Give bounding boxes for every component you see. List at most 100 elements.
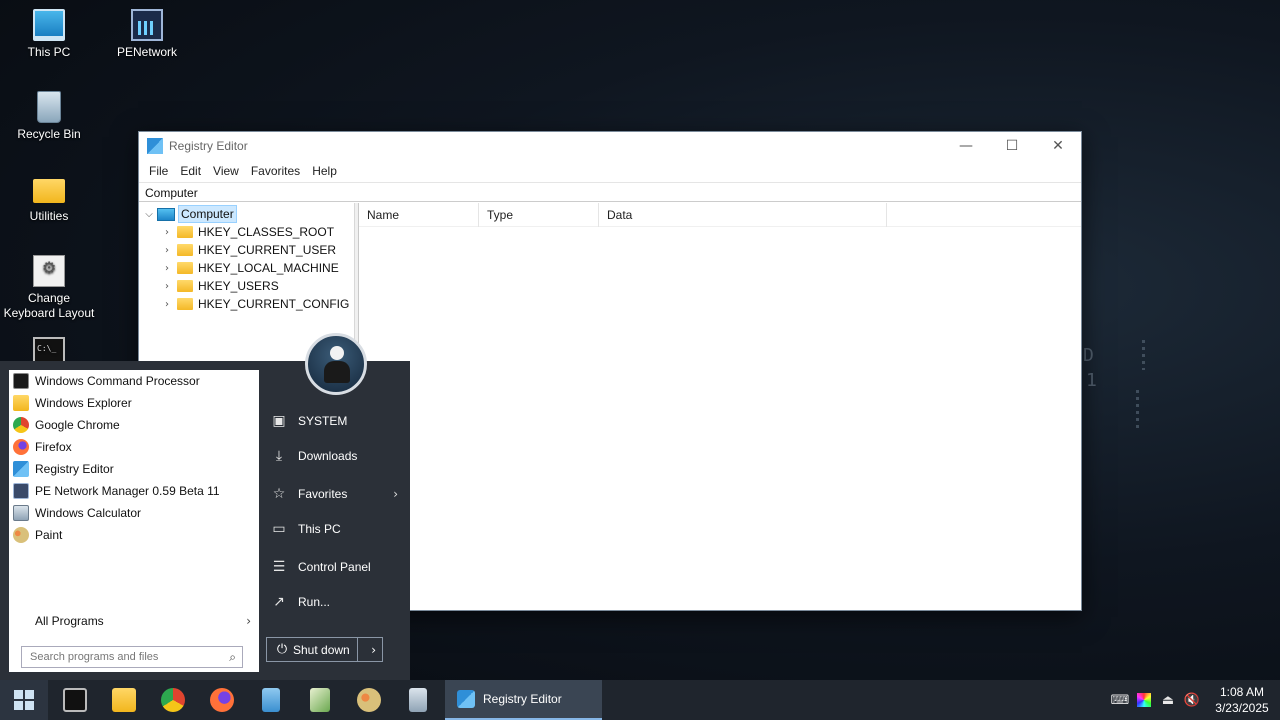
- taskbar-paint[interactable]: [344, 680, 393, 720]
- desktop-icon-utilities[interactable]: Utilities: [1, 173, 97, 224]
- program-pe-network-manager[interactable]: PE Network Manager 0.59 Beta 11: [9, 480, 259, 502]
- program-firefox[interactable]: Firefox: [9, 436, 259, 458]
- menu-edit[interactable]: Edit: [174, 164, 207, 178]
- taskbar-notes[interactable]: [246, 680, 295, 720]
- volume-muted-icon[interactable]: 🔇: [1180, 680, 1204, 720]
- taskbar-explorer[interactable]: [99, 680, 148, 720]
- folder-icon: [13, 395, 29, 411]
- desktop-icon-change-keyboard-layout[interactable]: Change Keyboard Layout: [1, 255, 97, 321]
- tree-node-hkey-local-machine[interactable]: › HKEY_LOCAL_MACHINE: [139, 259, 354, 277]
- taskbar-firefox[interactable]: [197, 680, 246, 720]
- link-this-pc[interactable]: ▭ This PC: [270, 516, 402, 542]
- folder-icon: [33, 179, 65, 203]
- menu-file[interactable]: File: [143, 164, 174, 178]
- expand-icon[interactable]: ›: [161, 227, 173, 238]
- tree-node-hkey-classes-root[interactable]: › HKEY_CLASSES_ROOT: [139, 223, 354, 241]
- tree-node-label: HKEY_USERS: [198, 279, 279, 293]
- safely-remove-icon[interactable]: ⏏: [1156, 680, 1180, 720]
- chrome-icon: [160, 688, 185, 712]
- start-button[interactable]: [0, 680, 48, 720]
- expand-icon[interactable]: ›: [161, 299, 173, 310]
- taskbar-chrome[interactable]: [148, 680, 197, 720]
- link-label: Control Panel: [298, 560, 371, 574]
- control-panel-icon: ☰: [272, 559, 286, 575]
- program-google-chrome[interactable]: Google Chrome: [9, 414, 259, 436]
- close-button[interactable]: ✕: [1035, 132, 1081, 160]
- minimize-button[interactable]: —: [943, 132, 989, 160]
- program-windows-explorer[interactable]: Windows Explorer: [9, 392, 259, 414]
- all-programs-button[interactable]: All Programs ›: [9, 610, 259, 632]
- user-avatar[interactable]: [305, 333, 367, 395]
- program-label: Google Chrome: [35, 418, 120, 432]
- link-control-panel[interactable]: ☰ Control Panel: [270, 554, 402, 580]
- window-title: Registry Editor: [169, 139, 248, 153]
- program-windows-calculator[interactable]: Windows Calculator: [9, 502, 259, 524]
- windows-logo-icon: [14, 690, 34, 710]
- desktop-icon-recycle-bin[interactable]: Recycle Bin: [1, 91, 97, 142]
- tree-node-hkey-current-user[interactable]: › HKEY_CURRENT_USER: [139, 241, 354, 259]
- program-paint[interactable]: Paint: [9, 524, 259, 546]
- values-list[interactable]: Name Type Data: [359, 202, 1081, 610]
- desktop-icon-label: This PC: [27, 45, 71, 59]
- link-label: Downloads: [298, 449, 358, 463]
- expand-icon[interactable]: ›: [161, 281, 173, 292]
- desktop-icon-this-pc[interactable]: This PC: [1, 9, 97, 60]
- search-icon[interactable]: ⌕: [229, 650, 236, 665]
- expand-icon[interactable]: ›: [161, 245, 173, 256]
- column-header-name[interactable]: Name: [359, 202, 479, 227]
- chrome-icon: [13, 417, 29, 433]
- column-header-type[interactable]: Type: [479, 202, 599, 227]
- taskbar-editor[interactable]: [295, 680, 344, 720]
- collapse-icon[interactable]: ⌵: [143, 209, 155, 220]
- chevron-right-icon: ›: [393, 487, 398, 501]
- link-favorites[interactable]: ☆ Favorites ›: [270, 481, 402, 507]
- desktop-icon-label: PENetwork: [116, 45, 178, 59]
- chevron-right-icon: ›: [246, 614, 251, 628]
- link-run[interactable]: ↗ Run...: [270, 589, 402, 615]
- desktop-icon-label: Recycle Bin: [17, 127, 81, 141]
- tree-node-hkey-current-config[interactable]: › HKEY_CURRENT_CONFIG: [139, 295, 354, 313]
- clock[interactable]: 1:08 AM 3/23/2025: [1204, 684, 1280, 716]
- taskbar: Registry Editor ⌨ ⏏ 🔇 1:08 AM 3/23/2025: [0, 680, 1280, 720]
- tree-node-hkey-users[interactable]: › HKEY_USERS: [139, 277, 354, 295]
- program-registry-editor[interactable]: Registry Editor: [9, 458, 259, 480]
- tree-node-label: HKEY_LOCAL_MACHINE: [198, 261, 339, 275]
- keyboard-settings-icon: [33, 255, 65, 287]
- editor-icon: [309, 688, 330, 712]
- tree-node-label: Computer: [178, 205, 237, 223]
- power-icon: ⏻: [276, 642, 288, 657]
- taskbar-calculator[interactable]: [393, 680, 442, 720]
- clock-date: 3/23/2025: [1215, 701, 1269, 715]
- title-bar[interactable]: Registry Editor — ☐ ✕: [139, 132, 1081, 160]
- menu-help[interactable]: Help: [306, 164, 343, 178]
- address-bar[interactable]: Computer: [139, 182, 1081, 202]
- background-text: 1: [1086, 370, 1097, 391]
- taskbar-cmd[interactable]: [50, 680, 99, 720]
- computer-icon: ▭: [272, 521, 286, 537]
- network-icon: [131, 9, 163, 41]
- color-tray-icon[interactable]: [1132, 680, 1156, 720]
- link-system[interactable]: [532, 408, 664, 434]
- keyboard-tray-icon[interactable]: ⌨: [1108, 680, 1132, 720]
- program-windows-command-processor[interactable]: Windows Command Processor: [9, 370, 259, 392]
- link-downloads[interactable]: ⤓ Downloads: [270, 443, 402, 469]
- all-programs-label: All Programs: [35, 614, 104, 628]
- shutdown-button[interactable]: ⏻ Shut down ›: [266, 637, 383, 662]
- link-system[interactable]: ▣ SYSTEM: [270, 408, 402, 434]
- program-label: Windows Explorer: [35, 396, 132, 410]
- link-label: Favorites: [298, 487, 348, 501]
- maximize-button[interactable]: ☐: [989, 132, 1035, 160]
- shutdown-options-chevron-icon[interactable]: ›: [371, 643, 376, 657]
- menu-favorites[interactable]: Favorites: [245, 164, 306, 178]
- menu-view[interactable]: View: [207, 164, 245, 178]
- column-header-data[interactable]: Data: [599, 202, 887, 227]
- expand-icon[interactable]: ›: [161, 263, 173, 274]
- taskbar-running-registry-editor[interactable]: Registry Editor: [445, 680, 602, 720]
- tree-node-computer[interactable]: ⌵ Computer: [139, 205, 354, 223]
- cmd-icon: [62, 688, 87, 712]
- regedit-icon: [147, 138, 163, 154]
- folder-icon: [111, 688, 136, 712]
- search-input[interactable]: Search programs and files ⌕: [21, 646, 243, 668]
- desktop-icon-penetwork[interactable]: PENetwork: [99, 9, 195, 60]
- menu-bar: File Edit View Favorites Help: [139, 160, 1081, 182]
